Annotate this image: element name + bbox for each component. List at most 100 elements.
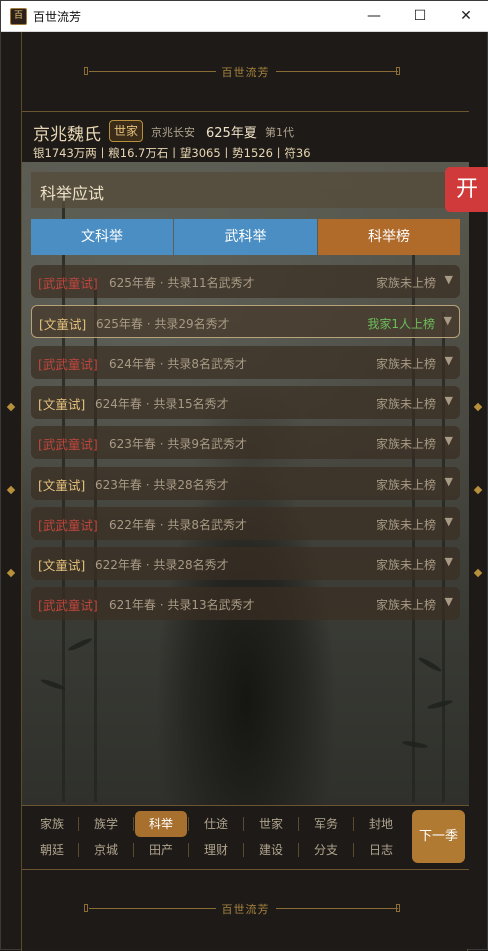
ornament-dot: [473, 485, 483, 495]
exam-type-label: [武武童试]: [38, 357, 98, 372]
exam-type-label: [武武童试]: [38, 276, 98, 291]
exam-info: 625年春 · 共录11名武秀才: [109, 276, 255, 290]
ornament-dot: [473, 402, 483, 412]
exam-result-row[interactable]: [武武童试] 624年春 · 共录8名武秀才 家族未上榜 ▼: [31, 346, 460, 379]
nav-separator: [78, 817, 79, 831]
nav-separator: [298, 817, 299, 831]
close-button[interactable]: ✕: [443, 1, 488, 32]
nav-item[interactable]: 田产: [135, 837, 187, 863]
exam-type-label: [武武童试]: [38, 437, 98, 452]
bottom-nav: 家族 族学 科举 仕途 世家 军务 封地朝廷 京城 田产 理财 建设 分支 日志 下一季: [22, 805, 469, 869]
expand-caret-icon[interactable]: ▼: [445, 595, 453, 608]
family-rank-status: 家族未上榜: [375, 276, 436, 290]
game-frame: 百世流芳 京兆魏氏 世家 京兆长安 625年夏 第1代 银1743万两丨粮16.…: [21, 32, 469, 951]
generation-label: 第1代: [265, 126, 294, 139]
exam-info: 622年春 · 共录8名武秀才: [109, 518, 247, 532]
exam-result-row[interactable]: [武武童试] 623年春 · 共录9名武秀才 家族未上榜 ▼: [31, 426, 460, 459]
nav-separator: [133, 817, 134, 831]
exam-result-row[interactable]: [武武童试] 625年春 · 共录11名武秀才 家族未上榜 ▼: [31, 265, 460, 298]
nav-item[interactable]: 世家: [245, 811, 297, 837]
ornament-dot: [6, 568, 16, 578]
nav-separator: [188, 817, 189, 831]
family-rank-badge: 世家: [109, 120, 144, 142]
exam-result-row[interactable]: [文童试] 624年春 · 共录15名秀才 家族未上榜 ▼: [31, 386, 460, 419]
expand-caret-icon[interactable]: ▼: [445, 354, 453, 367]
expand-caret-icon[interactable]: ▼: [445, 273, 453, 286]
exam-type-label: [文童试]: [39, 317, 87, 332]
nav-separator: [133, 843, 134, 857]
exam-result-row[interactable]: [武武童试] 622年春 · 共录8名武秀才 家族未上榜 ▼: [31, 507, 460, 540]
nav-item[interactable]: 族学: [80, 811, 132, 837]
nav-separator: [78, 843, 79, 857]
window-title: 百世流芳: [33, 10, 82, 24]
expand-caret-icon[interactable]: ▼: [445, 555, 453, 568]
family-rank-status: 家族未上榜: [375, 478, 436, 492]
nav-item[interactable]: 建设: [245, 837, 297, 863]
panel-title: 科举应试: [40, 184, 105, 203]
exam-result-row[interactable]: [文童试] 625年春 · 共录29名秀才 我家1人上榜 ▼: [31, 305, 460, 338]
title-bar: 百 百世流芳 — ☐ ✕: [1, 1, 488, 32]
nav-item[interactable]: 封地: [355, 811, 407, 837]
banner-text: 百世流芳: [22, 901, 469, 917]
bamboo-leaf: [426, 698, 454, 711]
expand-caret-icon[interactable]: ▼: [445, 475, 453, 488]
family-name: 京兆魏氏: [33, 125, 101, 145]
exam-tabs: 文科举 武科举 科举榜: [31, 219, 460, 255]
family-header: 京兆魏氏 世家 京兆长安 625年夏 第1代 银1743万两丨粮16.7万石丨望…: [22, 112, 469, 162]
nav-item[interactable]: 军务: [300, 811, 352, 837]
nav-item[interactable]: 日志: [355, 837, 407, 863]
current-date: 625年夏: [206, 126, 257, 141]
nav-item[interactable]: 理财: [190, 837, 242, 863]
nav-item[interactable]: 科举: [135, 811, 187, 837]
nav-item[interactable]: 家族: [26, 811, 78, 837]
minimize-button[interactable]: —: [351, 1, 397, 32]
exam-result-row[interactable]: [文童试] 622年春 · 共录28名秀才 家族未上榜 ▼: [31, 547, 460, 580]
nav-separator: [353, 843, 354, 857]
exam-info: 624年春 · 共录15名秀才: [95, 397, 229, 411]
nav-item[interactable]: 仕途: [190, 811, 242, 837]
exam-info: 625年春 · 共录29名秀才: [96, 317, 230, 331]
panel-title-bar: 科举应试: [31, 172, 460, 208]
top-banner: 百世流芳: [22, 32, 469, 112]
open-menu-button[interactable]: 开: [445, 167, 488, 212]
family-rank-status: 我家1人上榜: [367, 317, 435, 331]
app-seal-icon: 百: [10, 8, 27, 25]
maximize-button[interactable]: ☐: [397, 1, 443, 32]
exam-info: 623年春 · 共录28名秀才: [95, 478, 229, 492]
nav-item[interactable]: 分支: [300, 837, 352, 863]
exam-type-label: [文童试]: [38, 397, 86, 412]
exam-info: 624年春 · 共录8名武秀才: [109, 357, 247, 371]
nav-item[interactable]: 朝廷: [26, 837, 78, 863]
banner-text: 百世流芳: [22, 64, 469, 80]
bamboo-leaf: [67, 636, 93, 653]
family-rank-status: 家族未上榜: [375, 598, 436, 612]
resource-stats: 银1743万两丨粮16.7万石丨望3065丨势1526丨符36: [33, 146, 311, 160]
family-rank-status: 家族未上榜: [375, 397, 436, 411]
nav-separator: [353, 817, 354, 831]
nav-item[interactable]: 京城: [80, 837, 132, 863]
expand-caret-icon[interactable]: ▼: [444, 314, 452, 327]
nav-separator: [188, 843, 189, 857]
family-rank-status: 家族未上榜: [375, 437, 436, 451]
next-season-button[interactable]: 下一季: [412, 810, 465, 863]
nav-separator: [298, 843, 299, 857]
tab-exam-results[interactable]: 科举榜: [318, 219, 460, 255]
bottom-banner: 百世流芳: [22, 869, 469, 949]
expand-caret-icon[interactable]: ▼: [445, 515, 453, 528]
exam-info: 622年春 · 共录28名秀才: [95, 558, 229, 572]
exam-type-label: [武武童试]: [38, 518, 98, 533]
bamboo-leaf: [401, 739, 429, 750]
exam-type-label: [文童试]: [38, 478, 86, 493]
expand-caret-icon[interactable]: ▼: [445, 434, 453, 447]
nav-separator: [243, 843, 244, 857]
expand-caret-icon[interactable]: ▼: [445, 394, 453, 407]
exam-info: 623年春 · 共录9名武秀才: [109, 437, 247, 451]
tab-military-exam[interactable]: 武科举: [174, 219, 317, 255]
exam-type-label: [武武童试]: [38, 598, 98, 613]
exam-result-row[interactable]: [武武童试] 621年春 · 共录13名武秀才 家族未上榜 ▼: [31, 587, 460, 620]
exam-result-row[interactable]: [文童试] 623年春 · 共录28名秀才 家族未上榜 ▼: [31, 467, 460, 500]
tab-civil-exam[interactable]: 文科举: [31, 219, 173, 255]
family-rank-status: 家族未上榜: [375, 357, 436, 371]
ornament-dot: [473, 568, 483, 578]
family-location: 京兆长安: [151, 126, 195, 139]
